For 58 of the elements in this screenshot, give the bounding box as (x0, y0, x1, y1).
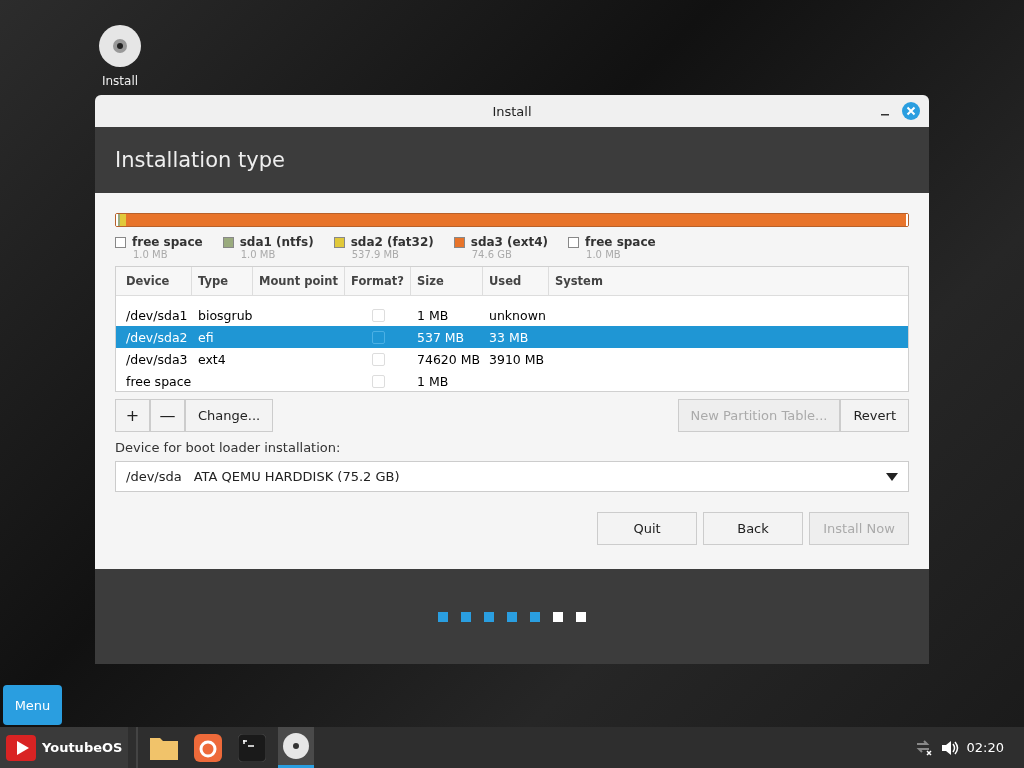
desktop-icon-label[interactable]: Install (101, 74, 139, 88)
clock[interactable]: 02:20 (966, 740, 1004, 755)
legend-size: 1.0 MB (585, 249, 622, 260)
disc-icon[interactable] (98, 24, 142, 68)
table-cell: 3910 MB (489, 351, 545, 367)
column-header[interactable]: Mount point (253, 267, 345, 295)
revert-button[interactable]: Revert (840, 399, 909, 432)
legend-label: sda2 (fat32) (350, 235, 434, 249)
page-heading: Installation type (115, 148, 285, 172)
table-cell-text: free space (125, 373, 192, 389)
format-checkbox[interactable] (371, 330, 385, 344)
window-title: Install (492, 103, 532, 119)
table-cell-text: /dev/sda1 (125, 307, 189, 323)
column-header[interactable]: Type (192, 267, 253, 295)
add-button[interactable]: + (115, 399, 150, 432)
column-header[interactable]: Format? (345, 267, 411, 295)
column-header[interactable]: System (549, 267, 908, 295)
table-cell-text: /dev/sda3 (125, 351, 189, 367)
table-cell-text: 1 MB (416, 307, 450, 323)
start-button[interactable]: YoutubeOS (0, 727, 129, 768)
taskbar-app[interactable] (278, 727, 315, 768)
nav-button[interactable]: Back (703, 512, 803, 545)
column-header[interactable]: Device (116, 267, 192, 295)
table-cell-text: /dev/sda2 (125, 329, 189, 345)
table-cell: efi (198, 329, 214, 345)
table-cell-text: 537 MB (416, 329, 466, 345)
volume-icon[interactable] (940, 739, 959, 756)
play-logo-icon (6, 734, 36, 761)
legend-size: 537.9 MB (350, 249, 400, 260)
legend-size: 74.6 GB (470, 249, 513, 260)
table-cell-text: 1 MB (416, 373, 450, 389)
legend-size: 1.0 MB (239, 249, 277, 260)
legend-label: sda3 (ext4) (470, 235, 549, 249)
boot-device-dropdown[interactable]: /dev/sda ATA QEMU HARDDISK (75.2 GB) (115, 461, 909, 492)
change-button[interactable]: Change... (185, 399, 274, 432)
legend-label: free space (132, 235, 203, 249)
table-row[interactable]: /dev/sda3 ext4 74620 MB 3910 MB (116, 348, 908, 370)
table-cell: biosgrub (198, 307, 253, 323)
column-header[interactable]: Size (411, 267, 483, 295)
browser-icon (194, 733, 223, 762)
column-header[interactable]: Used (483, 267, 549, 295)
table-cell: ext4 (198, 351, 226, 367)
legend-label: free space (585, 235, 656, 249)
table-row[interactable]: free space 1 MB (116, 370, 908, 391)
remove-button[interactable]: — (150, 399, 185, 432)
close-icon[interactable] (902, 102, 920, 120)
table-row[interactable]: /dev/sda1 biosgrub 1 MB unknown (116, 304, 908, 326)
network-disconnected-icon[interactable] (914, 739, 933, 756)
terminal-icon (238, 733, 267, 762)
nav-button[interactable]: Quit (597, 512, 697, 545)
legend-size: 1.0 MB (132, 249, 169, 260)
legend-label: sda1 (ntfs) (239, 235, 314, 249)
table-cell: unknown (489, 307, 546, 323)
boot-loader-label: Device for boot loader installation: (115, 440, 342, 455)
disc-icon (282, 732, 311, 760)
dropdown-arrow-icon (886, 472, 898, 481)
table-cell: 33 MB (489, 329, 529, 345)
table-cell-text: 74620 MB (416, 351, 482, 367)
